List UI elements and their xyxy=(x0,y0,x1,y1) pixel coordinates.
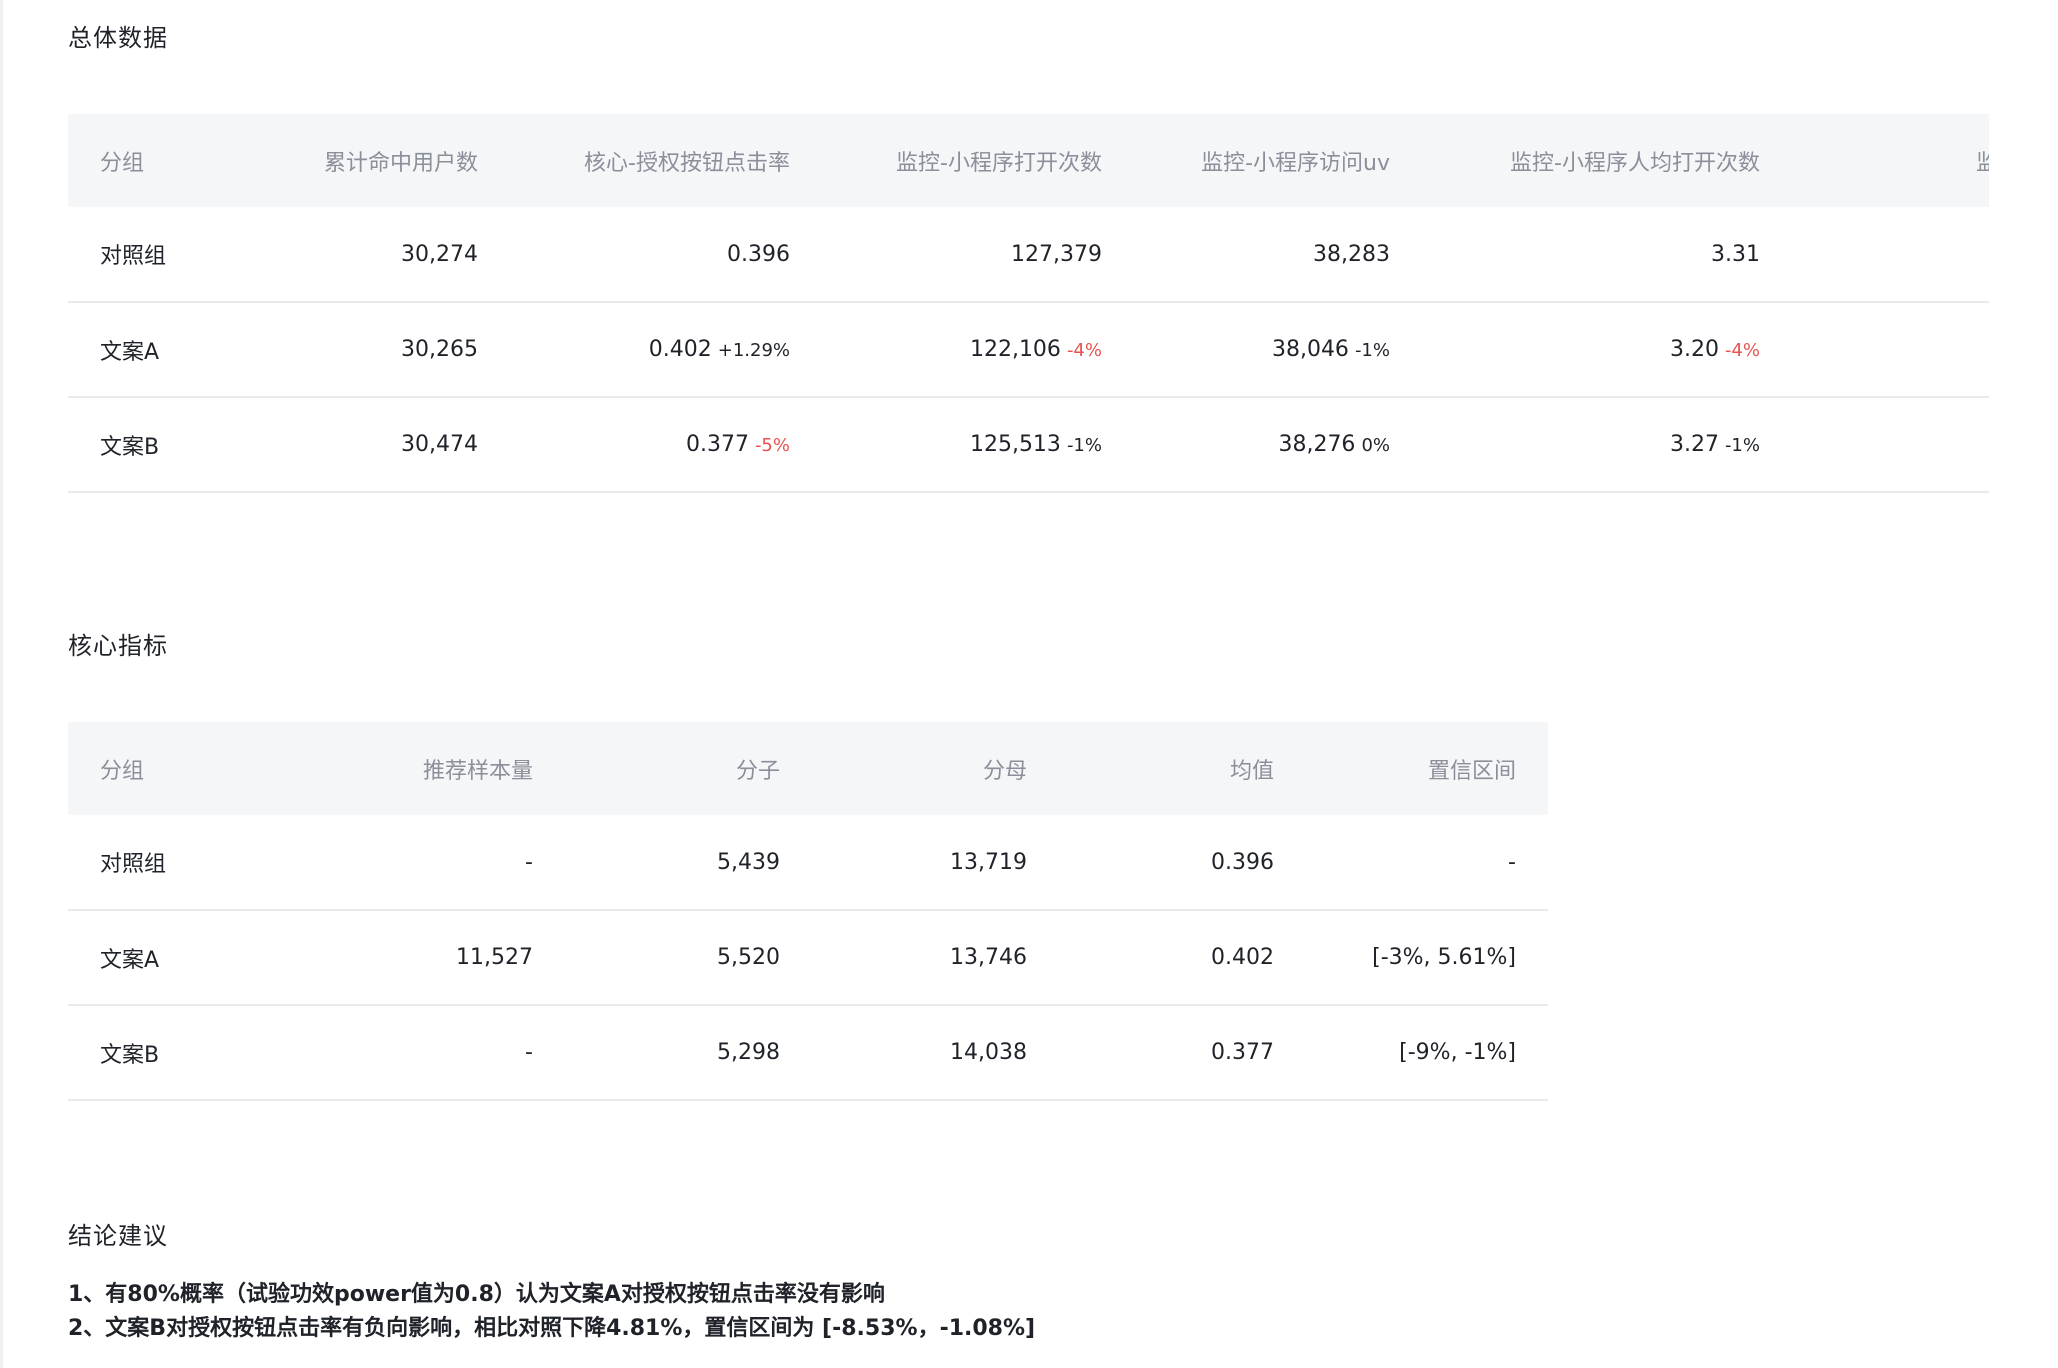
cell-ctr: 0.396 xyxy=(510,207,822,302)
cell-denominator: 13,719 xyxy=(950,849,1027,875)
overall-header-row: 分组 累计命中用户数 核心-授权按钮点击率 监控-小程序打开次数 监控-小程序访… xyxy=(68,114,1989,207)
cell-mean: 0.377 xyxy=(1211,1040,1274,1065)
cell-value: 38,283 xyxy=(1313,241,1390,267)
table-row: 对照组 - 5,439 13,719 0.396 - xyxy=(68,815,1548,910)
cell-avg-opens: 3.31 xyxy=(1422,207,1792,302)
cell-group: 文案B xyxy=(100,1042,160,1068)
cell-sample: - xyxy=(525,1040,533,1065)
cell-ctr: 0.377 -5% xyxy=(510,397,822,492)
col-header-mp-truncated[interactable]: 监控-小程序人 xyxy=(1792,114,1989,207)
cell-value: 127,379 xyxy=(1011,241,1102,267)
cell-users: 30,265 xyxy=(401,337,478,362)
conclusion-line: 2、文案B对授权按钮点击率有负向影响，相比对照下降4.81%，置信区间为 [-8… xyxy=(68,1316,1036,1341)
delta-badge: -1% xyxy=(1724,435,1760,456)
cell-group: 对照组 xyxy=(100,244,167,269)
cell-opens: 127,379 xyxy=(822,207,1134,302)
cell-avg-opens: 3.27 -1% xyxy=(1422,397,1792,492)
cell-ci: [-9%, -1%] xyxy=(1399,1040,1516,1065)
cell-truncated xyxy=(1792,207,1989,302)
cell-value: 0.396 xyxy=(727,241,790,267)
cell-ctr: 0.402 +1.29% xyxy=(510,302,822,397)
col-header-hit-users[interactable]: 累计命中用户数 xyxy=(238,114,510,207)
cell-numerator: 5,439 xyxy=(717,849,780,875)
delta-badge: -1% xyxy=(1066,435,1102,456)
cell-mean: 0.402 xyxy=(1211,945,1274,970)
cell-opens: 125,513 -1% xyxy=(822,397,1134,492)
cell-value: 0.402 xyxy=(648,337,712,362)
cell-sample: 11,527 xyxy=(456,945,533,970)
cell-value: 3.31 xyxy=(1711,241,1760,267)
cell-value: 3.27 xyxy=(1669,432,1719,457)
cell-group: 文案A xyxy=(100,947,160,973)
cell-truncated xyxy=(1792,302,1989,397)
table-row: 对照组 30,274 0.396 127,379 38,283 3.31 xyxy=(68,207,1989,302)
cell-numerator: 5,520 xyxy=(717,945,780,970)
cell-group: 对照组 xyxy=(100,852,167,877)
table-row: 文案A 11,527 5,520 13,746 0.402 [-3%, 5.61… xyxy=(68,910,1548,1005)
overall-table-container[interactable]: 分组 累计命中用户数 核心-授权按钮点击率 监控-小程序打开次数 监控-小程序访… xyxy=(68,114,1989,493)
col-header-group[interactable]: 分组 xyxy=(68,114,238,207)
cell-ci: [-3%, 5.61%] xyxy=(1372,945,1516,970)
cell-denominator: 13,746 xyxy=(950,945,1027,970)
cell-users: 30,274 xyxy=(401,241,478,267)
cell-value: 125,513 xyxy=(969,432,1061,457)
cell-avg-opens: 3.20 -4% xyxy=(1422,302,1792,397)
col-header-mp-uv[interactable]: 监控-小程序访问uv xyxy=(1134,114,1422,207)
delta-badge: -5% xyxy=(754,435,790,456)
cell-group: 文案A xyxy=(100,339,160,365)
delta-badge: +1.29% xyxy=(717,340,790,361)
cell-value: 38,046 xyxy=(1271,337,1349,362)
core-section-title: 核心指标 xyxy=(68,632,168,660)
cell-sample: - xyxy=(525,849,533,875)
overall-section-title: 总体数据 xyxy=(68,24,168,52)
col-header-mean[interactable]: 均值 xyxy=(1059,722,1306,815)
col-header-mp-avg-opens[interactable]: 监控-小程序人均打开次数 xyxy=(1422,114,1792,207)
core-table-container: 分组 推荐样本量 分子 分母 均值 置信区间 对照组 - 5,439 13,71… xyxy=(68,722,1548,1101)
cell-denominator: 14,038 xyxy=(950,1040,1027,1065)
cell-truncated xyxy=(1792,397,1989,492)
table-row: 文案A 30,265 0.402 +1.29% 122,106 -4% 38,046… xyxy=(68,302,1989,397)
col-header-numerator[interactable]: 分子 xyxy=(565,722,812,815)
page-left-border xyxy=(0,0,3,1368)
overall-table: 分组 累计命中用户数 核心-授权按钮点击率 监控-小程序打开次数 监控-小程序访… xyxy=(68,114,1989,493)
col-header-mp-opens[interactable]: 监控-小程序打开次数 xyxy=(822,114,1134,207)
col-header-recommended-sample[interactable]: 推荐样本量 xyxy=(318,722,565,815)
conclusion-section-title: 结论建议 xyxy=(68,1222,168,1250)
col-header-denominator[interactable]: 分母 xyxy=(812,722,1059,815)
cell-uv: 38,276 0% xyxy=(1134,397,1422,492)
delta-badge: -1% xyxy=(1354,340,1390,361)
conclusion-list: 1、有80%概率（试验功效power值为0.8）认为文案A对授权按钮点击率没有影… xyxy=(68,1278,1035,1346)
cell-ci: - xyxy=(1508,849,1516,875)
cell-value: 0.377 xyxy=(685,432,749,457)
cell-group: 文案B xyxy=(100,434,160,460)
delta-badge: -4% xyxy=(1724,340,1760,361)
delta-badge: 0% xyxy=(1361,435,1390,456)
core-table: 分组 推荐样本量 分子 分母 均值 置信区间 对照组 - 5,439 13,71… xyxy=(68,722,1548,1101)
table-row: 文案B - 5,298 14,038 0.377 [-9%, -1%] xyxy=(68,1005,1548,1100)
col-header-group[interactable]: 分组 xyxy=(68,722,318,815)
cell-mean: 0.396 xyxy=(1211,849,1274,875)
table-row: 文案B 30,474 0.377 -5% 125,513 -1% 38,276 0% … xyxy=(68,397,1989,492)
cell-value: 122,106 xyxy=(969,337,1061,362)
cell-numerator: 5,298 xyxy=(717,1040,780,1065)
cell-opens: 122,106 -4% xyxy=(822,302,1134,397)
cell-users: 30,474 xyxy=(401,432,478,457)
delta-badge: -4% xyxy=(1066,340,1102,361)
cell-uv: 38,283 xyxy=(1134,207,1422,302)
cell-uv: 38,046 -1% xyxy=(1134,302,1422,397)
col-header-auth-ctr[interactable]: 核心-授权按钮点击率 xyxy=(510,114,822,207)
col-header-confidence-interval[interactable]: 置信区间 xyxy=(1306,722,1548,815)
cell-value: 3.20 xyxy=(1669,337,1719,362)
cell-value: 38,276 xyxy=(1278,432,1356,457)
core-header-row: 分组 推荐样本量 分子 分母 均值 置信区间 xyxy=(68,722,1548,815)
conclusion-line: 1、有80%概率（试验功效power值为0.8）认为文案A对授权按钮点击率没有影… xyxy=(68,1282,885,1307)
